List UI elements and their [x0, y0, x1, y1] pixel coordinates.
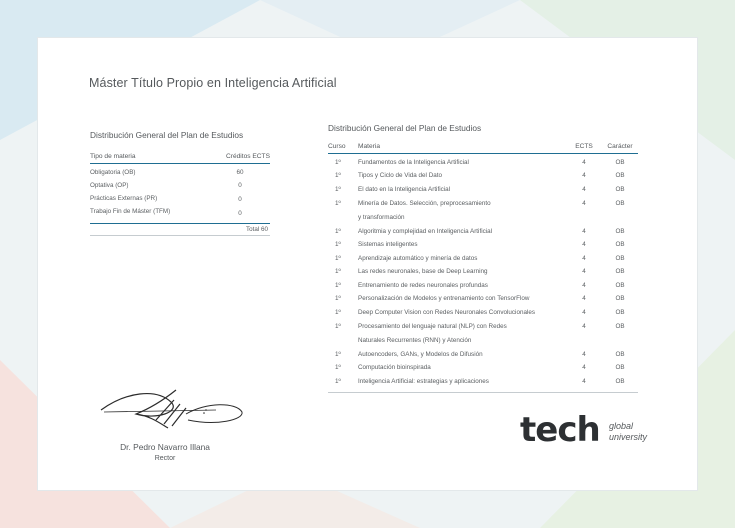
left-row-type: Optativa (OP) [90, 182, 129, 189]
subject-type: OB [615, 255, 625, 262]
tech-logo: tech [520, 410, 601, 450]
subject-ects: 4 [582, 186, 586, 193]
signatory-role: Rector [154, 455, 176, 462]
subject-course: 1º [335, 282, 341, 289]
subject-type: OB [615, 282, 625, 289]
page-title: Máster Título Propio en Inteligencia Art… [89, 76, 337, 90]
subject-ects: 4 [582, 241, 586, 248]
left-row-credits: 0 [238, 196, 242, 203]
subject-name: Algoritmia y complejidad en Inteligencia… [358, 228, 493, 235]
left-row-credits: 0 [238, 182, 242, 189]
left-row-type: Prácticas Externas (PR) [90, 195, 158, 202]
subject-name: Minería de Datos. Selección, preprocesam… [358, 200, 491, 207]
left-row-type: Trabajo Fin de Máster (TFM) [90, 208, 171, 215]
subject-name: Aprendizaje automático y minería de dato… [358, 255, 478, 262]
right-col-ects-header: ECTS [575, 143, 593, 150]
subject-type: OB [615, 186, 625, 193]
left-table-heading: Distribución General del Plan de Estudio… [90, 130, 244, 140]
subject-name: Tipos y Ciclo de Vida del Dato [358, 172, 443, 179]
subject-course: 1º [335, 200, 341, 207]
subject-type: OB [615, 268, 625, 275]
subject-ects: 4 [582, 228, 586, 235]
left-row-type: Obligatoria (OB) [90, 169, 136, 176]
subject-name: Las redes neuronales, base de Deep Learn… [358, 268, 488, 275]
subject-type: OB [615, 323, 625, 330]
subject-ects: 4 [582, 200, 586, 207]
subject-ects: 4 [582, 378, 586, 385]
subject-type: OB [615, 241, 625, 248]
logo-subtitle-global: global [609, 421, 634, 431]
subject-ects: 4 [582, 255, 586, 262]
subject-name-continued: Naturales Recurrentes (RNN) y Atención [358, 337, 472, 344]
right-col-subject-header: Materia [358, 143, 380, 150]
subject-ects: 4 [582, 323, 586, 330]
right-col-type-header: Carácter [607, 143, 633, 150]
subject-type: OB [615, 228, 625, 235]
left-row-credits: 60 [236, 169, 244, 176]
subject-name: Procesamiento del lenguaje natural (NLP)… [358, 323, 507, 330]
subject-type: OB [615, 200, 625, 207]
subject-course: 1º [335, 268, 341, 275]
signature-image [100, 389, 243, 429]
left-total: Total 60 [245, 226, 268, 233]
subject-ects: 4 [582, 364, 586, 371]
subject-type: OB [615, 364, 625, 371]
subject-type: OB [615, 159, 625, 166]
right-header-rule [328, 153, 638, 154]
subject-course: 1º [335, 186, 341, 193]
subject-ects: 4 [582, 172, 586, 179]
subject-course: 1º [335, 241, 341, 248]
logo-subtitle-university: university [609, 432, 648, 442]
left-header-rule [90, 163, 270, 164]
subject-ects: 4 [582, 159, 586, 166]
subject-type: OB [615, 295, 625, 302]
subject-ects: 4 [582, 309, 586, 316]
left-col-credits-header: Créditos ECTS [226, 153, 270, 160]
subject-ects: 4 [582, 282, 586, 289]
subject-name-continued: y transformación [358, 214, 405, 221]
subject-course: 1º [335, 255, 341, 262]
left-col-type-header: Tipo de materia [90, 153, 136, 160]
subject-type: OB [615, 172, 625, 179]
right-table-heading: Distribución General del Plan de Estudio… [328, 123, 482, 133]
subject-course: 1º [335, 159, 341, 166]
subject-type: OB [615, 351, 625, 358]
subject-course: 1º [335, 323, 341, 330]
signatory-name: Dr. Pedro Navarro Illana [120, 442, 210, 452]
subject-name: Personalización de Modelos y entrenamien… [358, 295, 530, 302]
subject-name: Computación bioinspirada [358, 364, 431, 371]
subject-ects: 4 [582, 268, 586, 275]
subject-name: El dato en la Inteligencia Artificial [358, 186, 451, 193]
subject-name: Deep Computer Vision con Redes Neuronale… [358, 309, 535, 316]
subject-course: 1º [335, 228, 341, 235]
subject-course: 1º [335, 364, 341, 371]
subject-course: 1º [335, 172, 341, 179]
left-total-rule [90, 223, 270, 224]
subject-name: Inteligencia Artificial: estrategias y a… [358, 378, 489, 385]
left-bottom-rule [90, 235, 270, 236]
right-col-course-header: Curso [328, 143, 346, 150]
subject-name: Autoencoders, GANs, y Modelos de Difusió… [358, 351, 483, 358]
left-row-credits: 0 [238, 210, 242, 217]
subject-ects: 4 [582, 295, 586, 302]
right-bottom-rule [328, 392, 638, 393]
subject-ects: 4 [582, 351, 586, 358]
subject-course: 1º [335, 295, 341, 302]
subject-name: Fundamentos de la Inteligencia Artificia… [358, 159, 469, 166]
subject-name: Entrenamiento de redes neuronales profun… [358, 282, 488, 289]
subject-course: 1º [335, 309, 341, 316]
subject-type: OB [615, 309, 625, 316]
subject-course: 1º [335, 351, 341, 358]
subject-type: OB [615, 378, 625, 385]
subject-name: Sistemas inteligentes [358, 241, 418, 248]
subject-course: 1º [335, 378, 341, 385]
